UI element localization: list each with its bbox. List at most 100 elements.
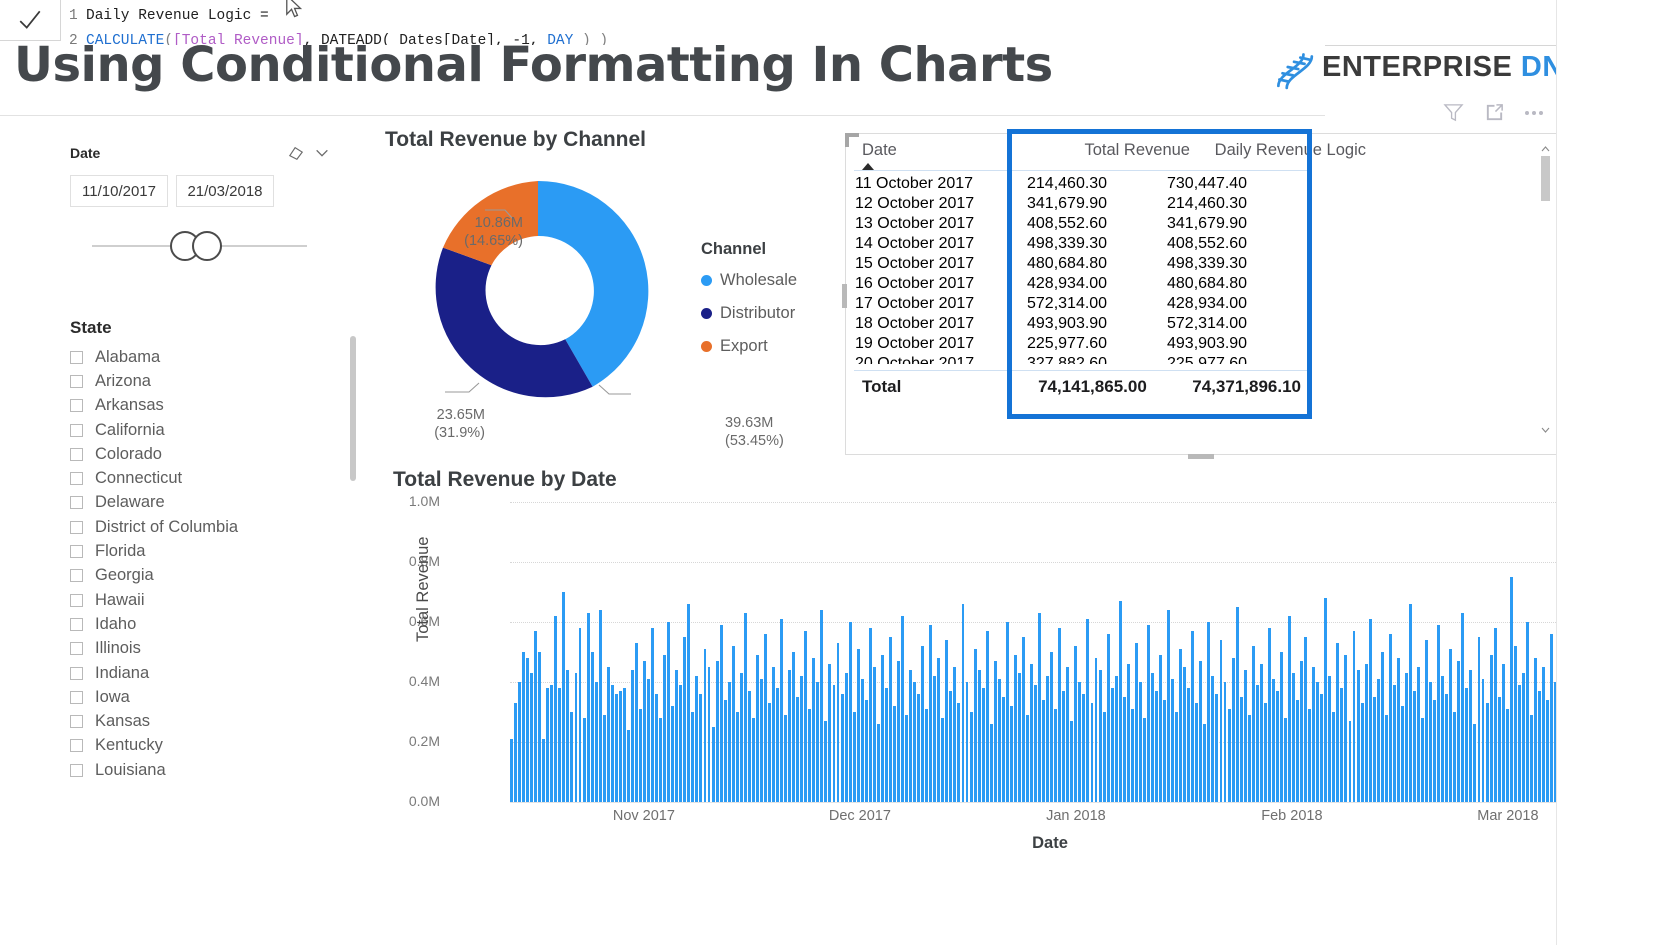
bar[interactable] [538, 652, 542, 802]
bar[interactable] [1413, 691, 1416, 802]
bar[interactable] [1497, 697, 1501, 802]
bar[interactable] [1364, 664, 1368, 802]
bar[interactable] [542, 739, 546, 802]
bar[interactable] [683, 637, 687, 802]
bar[interactable] [1175, 712, 1179, 802]
bar[interactable] [1489, 655, 1493, 802]
bar[interactable] [1159, 655, 1162, 802]
bar[interactable] [675, 670, 679, 802]
bar[interactable] [1400, 706, 1404, 802]
bar[interactable] [1344, 655, 1348, 802]
column-header-daily-revenue-logic[interactable]: Daily Revenue Logic [1198, 138, 1374, 172]
bar[interactable] [695, 676, 699, 802]
bar[interactable] [659, 718, 663, 802]
bar[interactable] [840, 694, 844, 802]
bar[interactable] [1328, 676, 1332, 802]
resize-handle-left[interactable] [842, 284, 847, 308]
bar[interactable] [1517, 685, 1521, 802]
state-slicer-list[interactable]: Alabama Arizona Arkansas California Colorado… [70, 345, 338, 782]
bar[interactable] [1441, 676, 1445, 802]
bar[interactable] [546, 688, 550, 802]
bar[interactable] [1360, 703, 1364, 802]
bar[interactable] [1368, 619, 1372, 802]
bar[interactable] [820, 610, 824, 802]
bar[interactable] [1473, 724, 1477, 802]
bar[interactable] [739, 673, 743, 802]
bar[interactable] [884, 688, 888, 802]
bar[interactable] [925, 709, 929, 802]
bar[interactable] [663, 655, 667, 802]
table-visual[interactable]: Date Total Revenue Daily Revenue Logic 1… [842, 129, 1557, 459]
bar[interactable] [800, 676, 804, 802]
bar[interactable] [876, 724, 880, 802]
bar[interactable] [643, 661, 646, 802]
bar[interactable] [719, 625, 723, 802]
bar[interactable] [1090, 703, 1094, 802]
bar[interactable] [888, 637, 892, 802]
bar[interactable] [1167, 610, 1171, 802]
bar[interactable] [772, 667, 775, 802]
date-start-input[interactable]: 11/10/2017 [70, 175, 168, 207]
state-slicer-item[interactable]: Kansas [70, 709, 338, 733]
checkbox-icon[interactable] [70, 715, 83, 729]
bar[interactable] [570, 712, 574, 802]
commit-formula-button[interactable] [0, 0, 61, 41]
bar[interactable] [977, 670, 981, 802]
bar[interactable] [1138, 682, 1142, 802]
bar[interactable] [872, 667, 876, 802]
bar[interactable] [981, 688, 985, 802]
bar[interactable] [598, 610, 602, 802]
bar[interactable] [1058, 628, 1062, 802]
checkbox-icon[interactable] [70, 593, 83, 607]
bar[interactable] [1372, 697, 1376, 802]
table-row[interactable]: 15 October 2017 480,684.80 498,339.30 [854, 254, 1324, 274]
bar[interactable] [1284, 718, 1287, 802]
bar[interactable] [1243, 670, 1247, 802]
checkbox-icon[interactable] [70, 545, 83, 559]
checkbox-icon[interactable] [70, 739, 83, 753]
checkbox-icon[interactable] [70, 472, 83, 486]
bar[interactable] [1308, 709, 1312, 802]
bar[interactable] [1445, 694, 1449, 802]
slider-handle-end[interactable] [192, 231, 222, 261]
checkbox-icon[interactable] [70, 642, 83, 656]
bar[interactable] [965, 682, 969, 802]
bar[interactable] [514, 703, 517, 802]
bar[interactable] [526, 658, 530, 802]
bar[interactable] [1142, 718, 1146, 802]
bar[interactable] [1110, 688, 1114, 802]
date-range-inputs[interactable]: 11/10/2017 21/03/2018 [70, 175, 330, 207]
bar[interactable] [945, 640, 949, 802]
bar[interactable] [550, 685, 554, 802]
bar[interactable] [1525, 622, 1529, 802]
checkbox-icon[interactable] [70, 374, 83, 388]
bar[interactable] [824, 721, 828, 802]
checkbox-icon[interactable] [70, 617, 83, 631]
table-row[interactable]: 18 October 2017 493,903.90 572,314.00 [854, 314, 1324, 334]
bar[interactable] [606, 667, 610, 802]
bar[interactable] [1542, 667, 1545, 802]
checkbox-icon[interactable] [70, 423, 83, 437]
state-slicer-item[interactable]: Colorado [70, 442, 338, 466]
bar[interactable] [651, 628, 655, 802]
checkbox-icon[interactable] [70, 763, 83, 777]
bar[interactable] [1404, 673, 1408, 802]
bar[interactable] [1465, 688, 1469, 802]
table-row[interactable]: 17 October 2017 572,314.00 428,934.00 [854, 294, 1324, 314]
bar[interactable] [590, 652, 594, 802]
bar[interactable] [1481, 679, 1485, 802]
bar[interactable] [1231, 658, 1235, 802]
state-slicer-item[interactable]: Hawaii [70, 588, 338, 612]
bar[interactable] [1421, 718, 1424, 802]
bar[interactable] [1433, 700, 1437, 802]
state-slicer-item[interactable]: Idaho [70, 612, 338, 636]
bar[interactable] [1461, 613, 1465, 802]
bar[interactable] [562, 592, 566, 802]
bar[interactable] [518, 682, 521, 802]
checkbox-icon[interactable] [70, 569, 83, 583]
bar[interactable] [1009, 706, 1013, 802]
bar[interactable] [985, 631, 989, 802]
bar[interactable] [1130, 709, 1134, 802]
bar[interactable] [647, 679, 650, 802]
date-range-slider[interactable] [70, 231, 307, 261]
